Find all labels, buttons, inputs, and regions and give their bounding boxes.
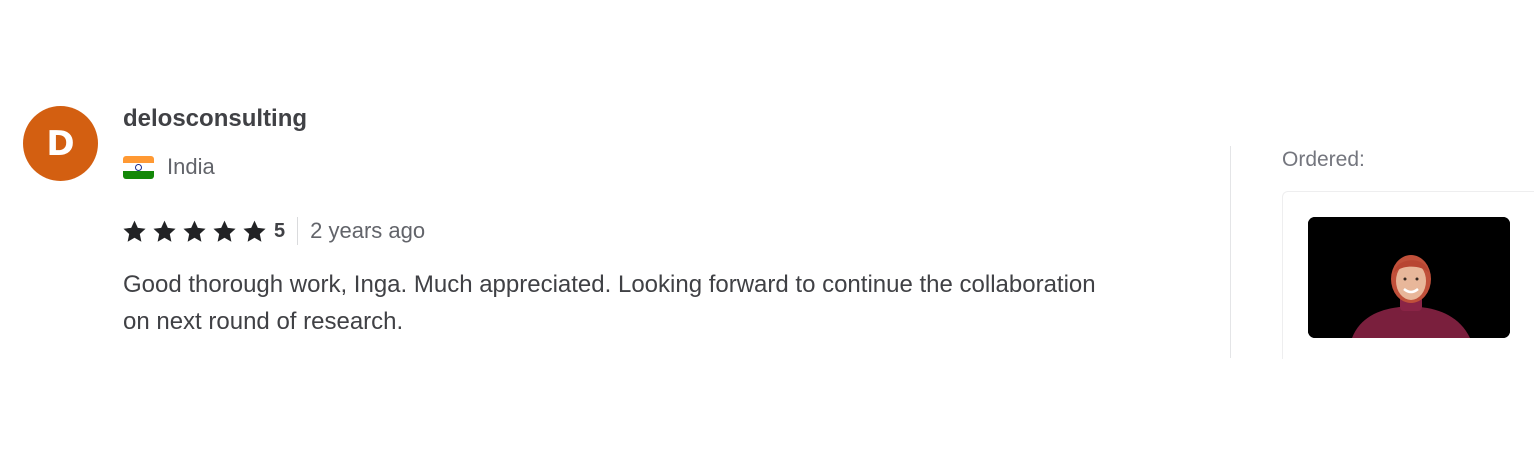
star-icon <box>242 219 267 244</box>
reviewer-username: delosconsulting <box>123 105 308 132</box>
reviewer-country: India <box>123 154 215 180</box>
person-portrait-image <box>1308 217 1510 338</box>
ordered-gig-card[interactable] <box>1282 191 1534 359</box>
star-icon <box>212 219 237 244</box>
star-icon <box>182 219 207 244</box>
review-text: Good thorough work, Inga. Much appreciat… <box>123 271 1096 335</box>
rating-value: 5 <box>274 219 286 242</box>
india-flag-icon <box>123 155 154 179</box>
ordered-label: Ordered: <box>1282 148 1365 171</box>
gig-thumbnail[interactable] <box>1308 217 1510 338</box>
divider <box>297 217 299 245</box>
avatar-letter: D <box>46 123 75 164</box>
star-rating <box>122 219 272 244</box>
reviewer-avatar: D <box>23 106 98 181</box>
review-time: 2 years ago <box>310 218 426 243</box>
column-divider <box>1230 146 1231 358</box>
star-icon <box>152 219 177 244</box>
country-name: India <box>167 154 215 179</box>
star-icon <box>122 219 147 244</box>
rating-row: 5 2 years ago <box>122 216 425 246</box>
